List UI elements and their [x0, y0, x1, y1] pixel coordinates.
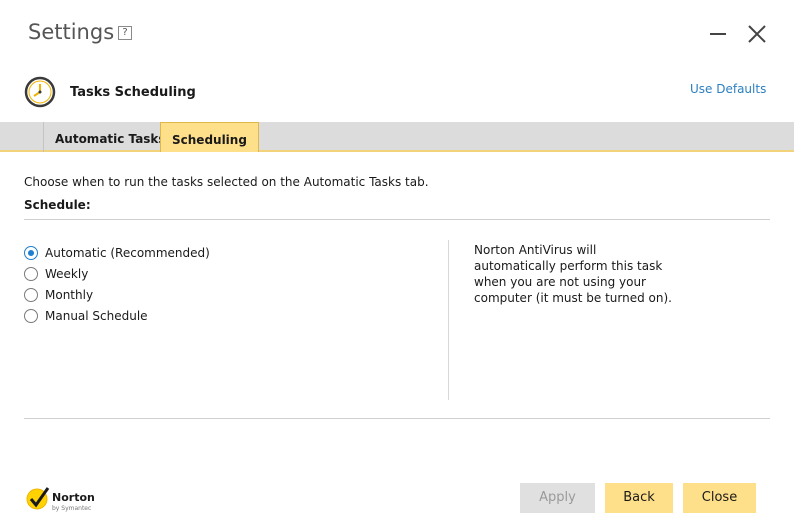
radio-label: Manual Schedule	[45, 309, 148, 323]
tab-bar: Automatic Tasks Scheduling	[0, 122, 794, 152]
close-button[interactable]: Close	[683, 483, 756, 513]
help-icon[interactable]: ?	[118, 26, 132, 40]
divider	[24, 418, 770, 419]
section-title: Tasks Scheduling	[70, 85, 196, 100]
description-text: Choose when to run the tasks selected on…	[24, 175, 429, 189]
norton-check-icon	[26, 487, 50, 510]
radio-automatic[interactable]: Automatic (Recommended)	[24, 245, 210, 261]
radio-button-checked[interactable]	[24, 246, 38, 260]
window-title: Settings	[28, 20, 115, 44]
close-icon	[748, 25, 766, 43]
logo-name: Norton	[52, 491, 95, 504]
tab-automatic-tasks[interactable]: Automatic Tasks	[43, 122, 177, 152]
radio-label: Monthly	[45, 288, 94, 302]
norton-logo: Norton by Symantec	[26, 486, 106, 518]
tab-scheduling[interactable]: Scheduling	[160, 122, 259, 152]
radio-label: Automatic (Recommended)	[45, 246, 210, 260]
vertical-divider	[448, 240, 449, 400]
logo-subtitle: by Symantec	[52, 505, 92, 512]
radio-label: Weekly	[45, 267, 89, 281]
schedule-label: Schedule:	[24, 198, 91, 212]
radio-manual-schedule[interactable]: Manual Schedule	[24, 308, 148, 324]
info-text: Norton AntiVirus will automatically perf…	[474, 243, 672, 305]
radio-button[interactable]	[24, 309, 38, 323]
radio-weekly[interactable]: Weekly	[24, 266, 88, 282]
clock-icon	[24, 76, 56, 108]
apply-button[interactable]: Apply	[520, 483, 595, 513]
minimize-button[interactable]	[709, 24, 727, 42]
back-button[interactable]: Back	[605, 483, 673, 513]
radio-button[interactable]	[24, 288, 38, 302]
radio-button[interactable]	[24, 267, 38, 281]
radio-monthly[interactable]: Monthly	[24, 287, 93, 303]
use-defaults-link[interactable]: Use Defaults	[690, 82, 766, 96]
close-window-button[interactable]	[747, 24, 767, 44]
divider	[24, 219, 770, 220]
